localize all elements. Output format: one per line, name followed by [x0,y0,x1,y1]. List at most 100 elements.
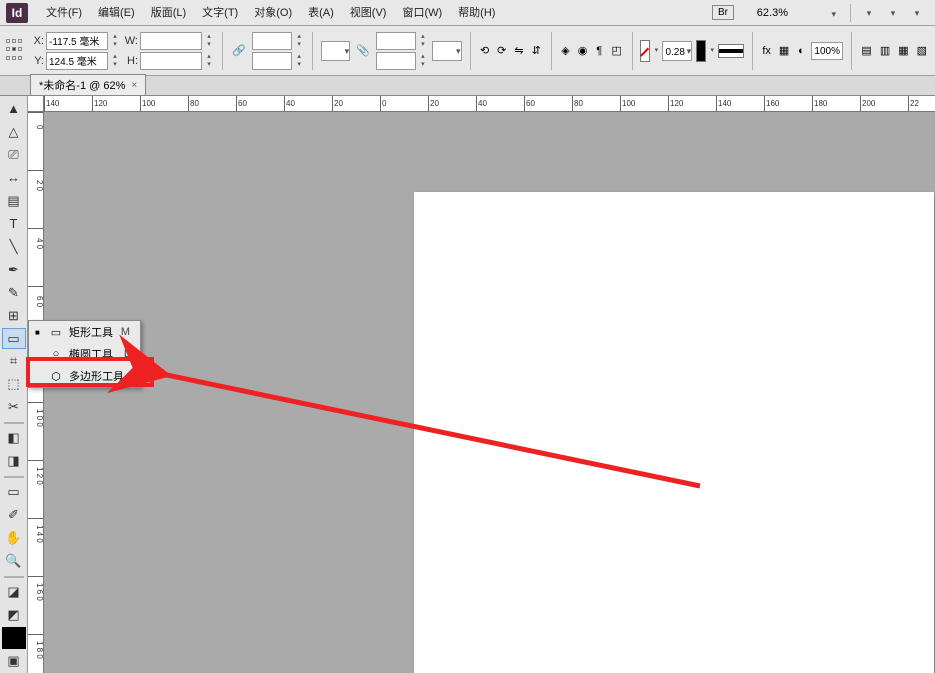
screen-mode-icon[interactable] [858,2,880,24]
menu-file[interactable]: 文件(F) [38,1,90,25]
view-mode[interactable]: ▣ [2,650,26,672]
scale-x-input[interactable] [252,32,292,50]
document-tab[interactable]: *未命名-1 @ 62% × [30,74,146,95]
w-input[interactable] [140,32,202,50]
opacity-icon[interactable]: ◐ [796,40,806,62]
workspace: ▲ △ ⎚ ↔ ▤ T ╲ ✒ ✎ ⊞ ▭ ⌗ ⬚ ✂ ◧ ◨ ▭ ✐ ✋ 🔍 … [0,96,935,673]
flip-h-icon[interactable]: ⇋ [513,40,524,62]
arrange-docs-icon[interactable] [882,2,904,24]
corner-icon[interactable]: ◰ [610,40,622,62]
scissors-tool[interactable]: ✂ [2,396,26,418]
flyout-polygon-tool[interactable]: ⬡ 多边形工具 [29,365,140,387]
flyout-label: 多边形工具 [69,368,124,384]
flip-v-icon[interactable]: ⇵ [531,40,542,62]
gradient-feather-tool[interactable]: ◨ [2,450,26,472]
char-style-combo[interactable] [321,41,351,61]
menu-edit[interactable]: 编辑(E) [90,1,143,25]
pen-tool[interactable]: ✒ [2,259,26,281]
note-tool[interactable]: ▭ [2,481,26,503]
zoom-dropdown[interactable]: 62.3% [742,7,838,19]
menu-type[interactable]: 文字(T) [194,1,246,25]
content-collector-tool[interactable]: ▤ [2,190,26,212]
fill-stroke-toggle[interactable]: ◪ [2,581,26,603]
page-tool[interactable]: ⎚ [2,144,26,166]
free-transform-tool[interactable]: ⬚ [2,373,26,395]
horizontal-ruler[interactable]: 1401201008060402002040608010012014016018… [44,96,935,112]
h-input[interactable] [140,52,202,70]
type-tool[interactable]: T [2,213,26,235]
clip-icon[interactable]: 📎 [355,40,371,62]
rotate-cw-icon[interactable]: ⟳ [496,40,507,62]
menu-help[interactable]: 帮助(H) [450,1,503,25]
menu-table[interactable]: 表(A) [300,1,342,25]
menu-layout[interactable]: 版面(L) [143,1,194,25]
select-content-icon[interactable]: ◉ [577,40,589,62]
opacity-input[interactable]: 100% [811,42,843,60]
stroke-swatch[interactable] [696,40,706,62]
scale-x-spinner[interactable]: ▴▾ [294,33,304,49]
shear-input[interactable] [376,52,416,70]
align-left-icon[interactable]: ▤ [860,40,872,62]
ruler-tick: 0 [28,112,43,142]
fill-swatch[interactable] [640,40,650,62]
rectangle-frame-tool[interactable]: ⊞ [2,305,26,327]
menu-object[interactable]: 对象(O) [246,1,300,25]
flyout-ellipse-tool[interactable]: ○ 椭圆工具 L [29,343,140,365]
link-wh-icon[interactable]: 🔗 [231,40,247,62]
drop-shadow-icon[interactable]: ▦ [778,40,790,62]
eyedropper-tool[interactable]: ✐ [2,504,26,526]
gradient-swatch-tool[interactable]: ◧ [2,427,26,449]
stroke-weight-combo[interactable] [662,41,692,61]
transform-tool[interactable]: ⌗ [2,350,26,372]
text-wrap-icon[interactable]: ▧ [916,40,928,62]
reference-point-grid[interactable] [6,39,22,63]
document-tab-title: *未命名-1 @ 62% [39,77,125,93]
flyout-rectangle-tool[interactable]: ■ ▭ 矩形工具 M [29,321,140,343]
h-spinner[interactable]: ▴▾ [204,53,214,69]
apply-color[interactable] [2,627,26,649]
para-style-combo[interactable] [432,41,462,61]
y-input[interactable] [46,52,108,70]
line-tool[interactable]: ╲ [2,236,26,258]
x-spinner[interactable]: ▴▾ [110,33,120,49]
pasteboard[interactable] [44,112,935,673]
direct-selection-tool[interactable]: △ [2,121,26,143]
ruler-origin[interactable] [28,96,44,112]
gap-tool[interactable]: ↔ [2,167,26,189]
stroke-dd[interactable]: ▾ [710,47,714,55]
x-input[interactable] [46,32,108,50]
fill-dd[interactable]: ▾ [654,47,658,55]
close-icon[interactable]: × [131,80,137,91]
selection-tool[interactable]: ▲ [2,98,26,120]
wrap-icon[interactable]: ¶ [594,40,604,62]
bridge-badge[interactable]: Br [712,5,734,20]
scale-y-spinner[interactable]: ▴▾ [294,53,304,69]
menu-window[interactable]: 窗口(W) [394,1,450,25]
pencil-tool[interactable]: ✎ [2,282,26,304]
fx-icon[interactable]: fx [761,40,772,62]
hand-tool[interactable]: ✋ [2,527,26,549]
align-right-icon[interactable]: ▦ [897,40,909,62]
rectangle-tool[interactable]: ▭ [2,328,26,350]
stroke-style[interactable] [718,44,744,58]
workspace-icon[interactable] [906,2,928,24]
select-container-icon[interactable]: ◈ [560,40,570,62]
rotate-ccw-icon[interactable]: ⟲ [479,40,490,62]
shortcut-label: L [124,348,130,360]
vertical-ruler[interactable]: 02 04 06 08 01 0 01 2 01 4 01 6 01 8 0 [28,112,44,673]
ruler-tick: 1 6 0 [28,576,43,606]
y-spinner[interactable]: ▴▾ [110,53,120,69]
ruler-tick: 60 [524,96,535,111]
rotate-input[interactable] [376,32,416,50]
menu-view[interactable]: 视图(V) [342,1,395,25]
w-spinner[interactable]: ▴▾ [204,33,214,49]
ruler-tick: 40 [476,96,487,111]
document-page[interactable] [414,192,934,673]
align-center-icon[interactable]: ▥ [879,40,891,62]
ruler-tick: 20 [332,96,343,111]
scale-y-input[interactable] [252,52,292,70]
default-fill-stroke[interactable]: ◩ [2,604,26,626]
ruler-tick: 1 8 0 [28,634,43,664]
ruler-tick: 2 0 [28,170,43,200]
zoom-tool[interactable]: 🔍 [2,550,26,572]
